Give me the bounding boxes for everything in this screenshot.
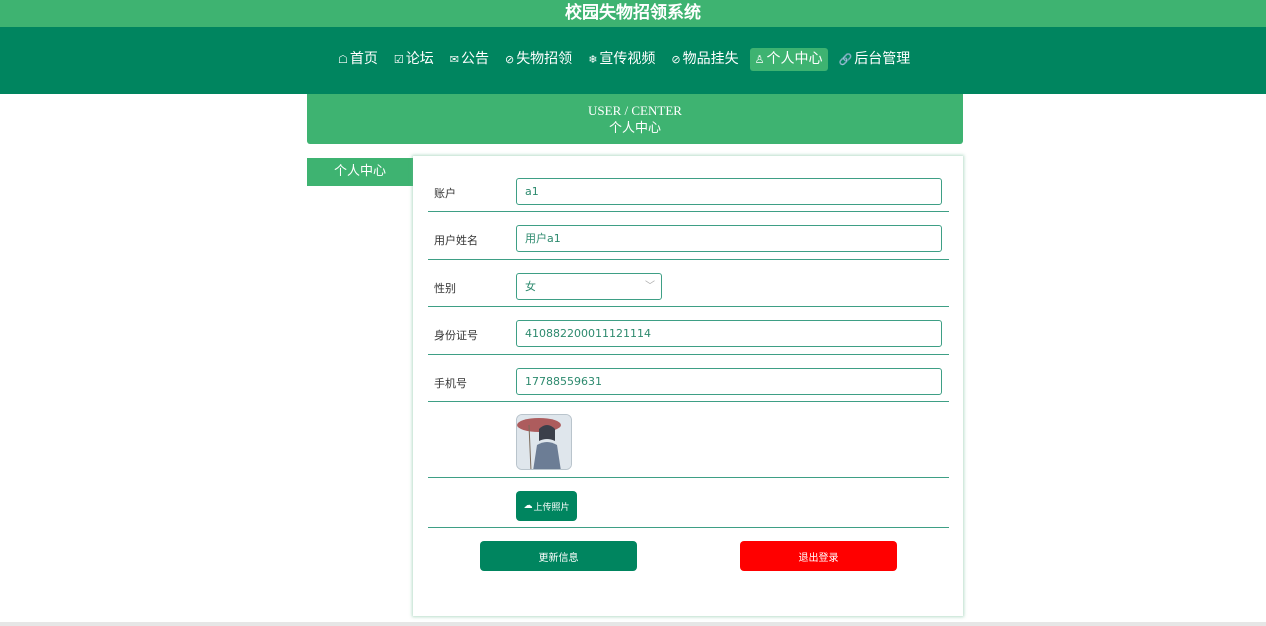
nav-item-label: 个人中心: [766, 51, 823, 67]
user-icon: ♙: [754, 53, 765, 66]
account-field[interactable]: a1: [516, 178, 942, 205]
gender-label: 性别: [434, 282, 456, 295]
item-icon: ⊘: [671, 53, 681, 66]
nav-item-4[interactable]: ❄ 宣传视频: [583, 48, 660, 71]
upload-photo-button[interactable]: ☁ 上传照片: [516, 491, 577, 521]
nav-item-1[interactable]: ☑ 论坛: [389, 48, 439, 71]
nav-item-label: 论坛: [405, 51, 434, 67]
mail-icon: ✉: [449, 53, 459, 66]
sidebar-item-user-center[interactable]: 个人中心: [307, 158, 413, 186]
nav-item-label: 失物招领: [516, 51, 573, 67]
banner-en-title: USER / CENTER: [588, 103, 682, 118]
site-title: 校园失物招领系统: [0, 0, 1266, 27]
form-row-account: 账户 a1: [428, 156, 949, 212]
nav-item-3[interactable]: ⊘ 失物招领: [500, 48, 577, 71]
upload-photo-label: 上传照片: [533, 502, 570, 513]
form-row-gender: 性别 女 ﹀: [428, 260, 949, 307]
avatar: [516, 414, 572, 470]
nav-item-label: 后台管理: [854, 51, 911, 67]
username-field[interactable]: 用户a1: [516, 225, 942, 252]
account-label: 账户: [434, 187, 456, 200]
banner-cn-title: 个人中心: [608, 120, 661, 135]
main-nav: ☖ 首页 ☑ 论坛 ✉ 公告 ⊘ 失物招领 ❄ 宣传视频 ⊘ 物品挂失 ♙ 个人中心 🔗 后台管理: [0, 27, 1266, 94]
gender-select[interactable]: 女 ﹀: [516, 273, 662, 300]
nav-item-label: 物品挂失: [682, 51, 739, 67]
chevron-down-icon: ﹀: [645, 281, 655, 292]
form-row-upload: ☁ 上传照片: [428, 478, 949, 528]
update-info-button[interactable]: 更新信息: [480, 541, 637, 571]
profile-form-panel: 账户 a1 用户姓名 用户a1 性别 女 ﹀ 身份证号 410882200011…: [413, 156, 963, 616]
nav-item-7[interactable]: 🔗 后台管理: [834, 48, 916, 71]
cloud-upload-icon: ☁: [523, 501, 533, 511]
nav-items: ☖ 首页 ☑ 论坛 ✉ 公告 ⊘ 失物招领 ❄ 宣传视频 ⊘ 物品挂失 ♙ 个人中心 🔗 后台管理: [333, 48, 921, 71]
lost-found-icon: ⊘: [504, 53, 515, 66]
phone-label: 手机号: [434, 377, 467, 390]
form-row-id-number: 身份证号 410882200011121114: [428, 307, 949, 355]
id-number-label: 身份证号: [434, 329, 478, 342]
nav-item-label: 首页: [349, 51, 378, 67]
nav-item-6[interactable]: ♙ 个人中心: [749, 48, 828, 71]
id-number-field[interactable]: 410882200011121114: [516, 320, 942, 347]
nav-item-label: 公告: [460, 51, 489, 67]
link-icon: 🔗: [838, 53, 853, 66]
form-row-phone: 手机号 17788559631: [428, 355, 949, 402]
page-banner: USER / CENTER 个人中心: [307, 94, 963, 144]
footer-divider: [0, 622, 1266, 626]
gender-value: 女: [525, 280, 536, 293]
nav-item-label: 宣传视频: [599, 51, 656, 67]
logout-button[interactable]: 退出登录: [740, 541, 897, 571]
form-row-username: 用户姓名 用户a1: [428, 212, 949, 260]
forum-icon: ☑: [393, 53, 404, 66]
phone-field[interactable]: 17788559631: [516, 368, 942, 395]
nav-item-2[interactable]: ✉ 公告: [445, 48, 494, 71]
nav-item-5[interactable]: ⊘ 物品挂失: [666, 48, 743, 71]
home-icon: ☖: [338, 53, 348, 66]
video-icon: ❄: [588, 53, 598, 66]
nav-item-0[interactable]: ☖ 首页: [333, 48, 383, 71]
username-label: 用户姓名: [434, 234, 478, 247]
form-row-avatar: [428, 402, 949, 478]
